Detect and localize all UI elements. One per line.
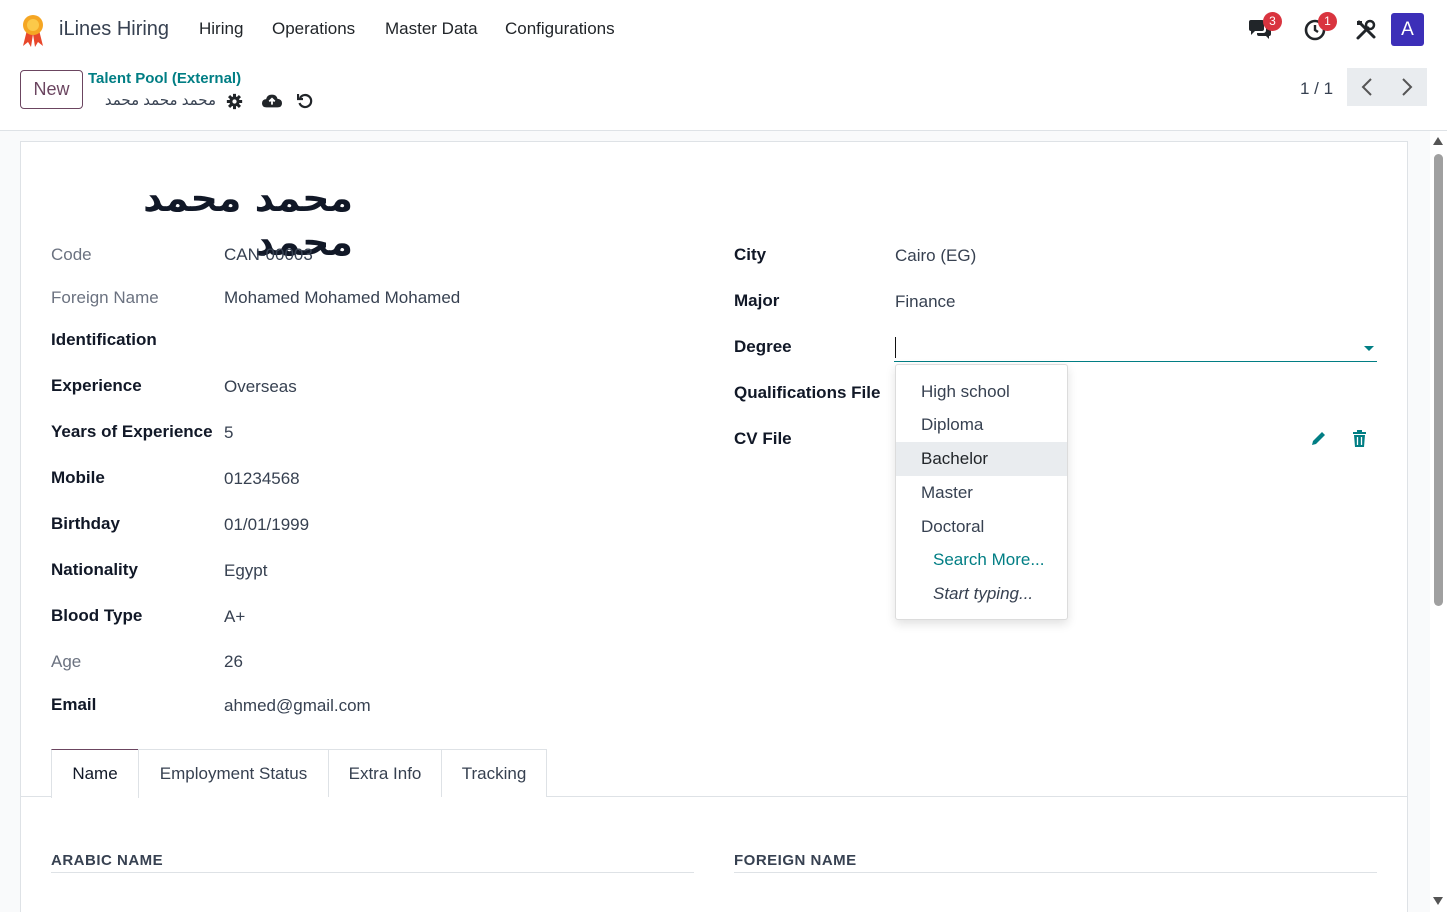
mobile-field[interactable]: 01234568 xyxy=(224,469,300,489)
blood-type-label: Blood Type xyxy=(51,606,143,625)
tools-button[interactable] xyxy=(1351,16,1381,44)
discard-button[interactable] xyxy=(295,91,315,111)
scroll-down-arrow[interactable] xyxy=(1433,897,1443,905)
save-button[interactable] xyxy=(262,91,282,111)
age-value: 26 xyxy=(224,652,243,671)
option-bachelor[interactable]: Bachelor xyxy=(896,442,1067,476)
option-high-school[interactable]: High school xyxy=(896,375,1067,409)
app-name[interactable]: iLines Hiring xyxy=(59,18,169,41)
birthday-label: Birthday xyxy=(51,514,120,533)
start-typing-hint: Start typing... xyxy=(933,584,1034,603)
experience-label: Experience xyxy=(51,376,142,395)
code-value: CAN-00003 xyxy=(224,245,313,264)
option-doctoral[interactable]: Doctoral xyxy=(896,510,1067,544)
caret-down-icon[interactable] xyxy=(1364,346,1374,351)
option-diploma[interactable]: Diploma xyxy=(896,408,1067,442)
tab-name[interactable]: Name xyxy=(51,749,139,798)
tools-icon xyxy=(1356,19,1376,40)
years-experience-label: Years of Experience xyxy=(51,422,213,441)
years-experience-field[interactable]: 5 xyxy=(224,423,233,443)
identification-label: Identification xyxy=(51,330,157,349)
email-label: Email xyxy=(51,695,97,714)
foreign-name-heading: FOREIGN NAME xyxy=(734,852,857,869)
menu-configurations[interactable]: Configurations xyxy=(505,19,615,39)
gear-icon xyxy=(226,93,242,109)
major-label: Major xyxy=(734,291,780,310)
messages-button[interactable]: 3 xyxy=(1245,12,1282,44)
foreign-name-value: Mohamed Mohamed Mohamed xyxy=(224,288,461,307)
code-label: Code xyxy=(51,245,92,264)
cv-file-label: CV File xyxy=(734,429,792,448)
city-field[interactable]: Cairo (EG) xyxy=(895,246,976,266)
messages-badge: 3 xyxy=(1263,12,1282,31)
breadcrumb-parent[interactable]: Talent Pool (External) xyxy=(88,70,241,87)
pager-value: 1 / 1 xyxy=(1300,79,1334,98)
search-more-link[interactable]: Search More... xyxy=(933,550,1045,570)
activities-badge: 1 xyxy=(1318,12,1337,31)
top-navbar: iLines Hiring Hiring Operations Master D… xyxy=(0,0,1447,60)
tab-extra-info[interactable]: Extra Info xyxy=(328,749,442,797)
pager-previous-button[interactable] xyxy=(1347,68,1387,106)
gear-button[interactable] xyxy=(224,91,244,111)
foreign-name-label: Foreign Name xyxy=(51,288,159,307)
menu-master-data[interactable]: Master Data xyxy=(385,19,478,39)
activities-button[interactable]: 1 xyxy=(1300,12,1337,44)
arabic-name-divider xyxy=(51,872,694,873)
major-field[interactable]: Finance xyxy=(895,292,955,312)
qualifications-file-label: Qualifications File xyxy=(734,383,881,402)
chevron-left-icon xyxy=(1361,78,1372,96)
text-cursor xyxy=(895,337,896,358)
pencil-icon xyxy=(1311,431,1325,445)
new-button[interactable]: New xyxy=(20,70,83,109)
breadcrumb-current: محمد محمد محمد xyxy=(104,92,216,109)
nationality-label: Nationality xyxy=(51,560,138,579)
menu-hiring[interactable]: Hiring xyxy=(199,19,243,39)
birthday-field[interactable]: 01/01/1999 xyxy=(224,515,309,535)
menu-operations[interactable]: Operations xyxy=(272,19,355,39)
degree-dropdown: High school Diploma Bachelor Master Doct… xyxy=(895,364,1068,620)
foreign-name-divider xyxy=(734,872,1377,873)
degree-input[interactable] xyxy=(894,334,1377,362)
control-panel: New Talent Pool (External) محمد محمد محم… xyxy=(0,60,1447,131)
edit-cv-button[interactable] xyxy=(1309,429,1327,447)
option-master[interactable]: Master xyxy=(896,476,1067,510)
undo-icon xyxy=(297,93,313,109)
pager-next-button[interactable] xyxy=(1387,68,1427,106)
user-avatar[interactable]: A xyxy=(1391,13,1424,46)
tab-employment-status[interactable]: Employment Status xyxy=(138,749,329,797)
scroll-up-arrow[interactable] xyxy=(1433,137,1443,145)
degree-label: Degree xyxy=(734,337,792,356)
blood-type-field[interactable]: A+ xyxy=(224,607,245,627)
mobile-label: Mobile xyxy=(51,468,105,487)
nationality-field[interactable]: Egypt xyxy=(224,561,267,581)
experience-field[interactable]: Overseas xyxy=(224,377,297,397)
chevron-right-icon xyxy=(1402,78,1413,96)
city-label: City xyxy=(734,245,767,264)
scroll-thumb[interactable] xyxy=(1434,154,1443,606)
tab-tracking[interactable]: Tracking xyxy=(441,749,547,797)
cloud-upload-icon xyxy=(262,94,282,108)
ribbon-logo-icon[interactable] xyxy=(18,12,48,48)
arabic-name-heading: ARABIC NAME xyxy=(51,852,164,869)
trash-icon xyxy=(1352,429,1366,447)
age-label: Age xyxy=(51,652,82,671)
delete-cv-button[interactable] xyxy=(1350,429,1368,447)
email-field[interactable]: ahmed@gmail.com xyxy=(224,696,371,716)
